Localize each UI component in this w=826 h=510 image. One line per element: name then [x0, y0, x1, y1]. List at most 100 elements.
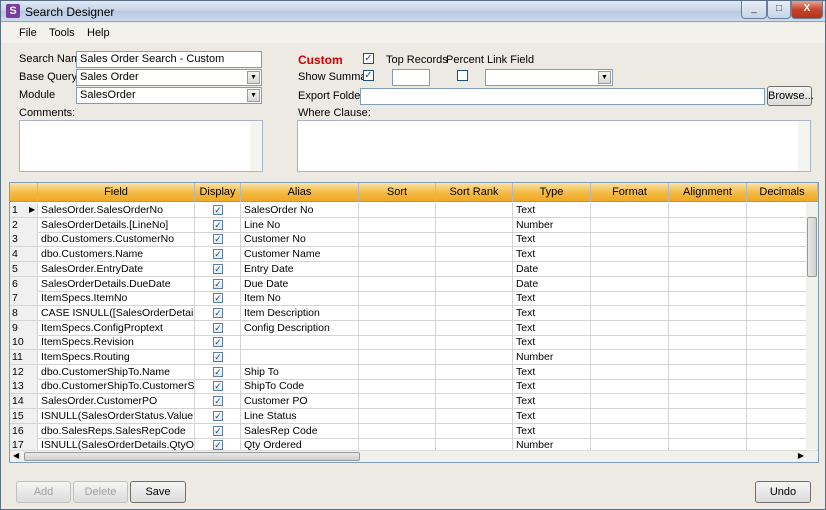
- menu-tools[interactable]: Tools: [49, 27, 75, 39]
- grid-horizontal-scrollbar[interactable]: ◀ ▶: [10, 450, 818, 462]
- cell-sort-rank[interactable]: [436, 291, 513, 307]
- cell-display[interactable]: ✓: [195, 394, 241, 410]
- cell-sort-rank[interactable]: [436, 335, 513, 351]
- display-checkbox[interactable]: ✓: [213, 263, 223, 274]
- cell-sort-rank[interactable]: [436, 394, 513, 410]
- chevron-down-icon[interactable]: ▼: [598, 71, 611, 84]
- undo-button[interactable]: Undo: [755, 481, 811, 503]
- display-checkbox[interactable]: ✓: [213, 396, 223, 407]
- scroll-thumb[interactable]: [24, 452, 360, 461]
- cell-display[interactable]: ✓: [195, 423, 241, 439]
- cell-alignment[interactable]: [669, 408, 747, 424]
- cell-sort[interactable]: [359, 335, 436, 351]
- cell-sort[interactable]: [359, 423, 436, 439]
- cell-sort[interactable]: [359, 364, 436, 380]
- cell-type[interactable]: Number: [513, 350, 591, 365]
- module-select[interactable]: SalesOrder ▼: [76, 87, 262, 104]
- cell-display[interactable]: ✓: [195, 320, 241, 336]
- column-header-alignment[interactable]: Alignment: [669, 183, 747, 202]
- cell-sort[interactable]: [359, 408, 436, 424]
- cell-display[interactable]: ✓: [195, 217, 241, 233]
- cell-display[interactable]: ✓: [195, 261, 241, 277]
- cell-type[interactable]: Text: [513, 408, 591, 424]
- display-checkbox[interactable]: ✓: [213, 307, 223, 318]
- cell-format[interactable]: [591, 261, 669, 277]
- display-checkbox[interactable]: ✓: [213, 410, 223, 421]
- cell-alias[interactable]: [241, 350, 359, 365]
- cell-alignment[interactable]: [669, 291, 747, 307]
- cell-format[interactable]: [591, 364, 669, 380]
- cell-alignment[interactable]: [669, 364, 747, 380]
- scroll-right-arrow-icon[interactable]: ▶: [798, 451, 804, 460]
- cell-alias[interactable]: ShipTo Code: [241, 379, 359, 395]
- cell-sort[interactable]: [359, 394, 436, 410]
- cell-type[interactable]: Text: [513, 320, 591, 336]
- cell-display[interactable]: ✓: [195, 232, 241, 248]
- cell-alignment[interactable]: [669, 217, 747, 233]
- percent-checkbox[interactable]: [457, 70, 468, 81]
- column-header-alias[interactable]: Alias: [241, 183, 359, 202]
- menu-help[interactable]: Help: [87, 27, 110, 39]
- cell-sort-rank[interactable]: [436, 247, 513, 263]
- cell-display[interactable]: ✓: [195, 350, 241, 365]
- display-checkbox[interactable]: ✓: [213, 322, 223, 333]
- display-checkbox[interactable]: ✓: [213, 234, 223, 245]
- cell-format[interactable]: [591, 305, 669, 321]
- display-checkbox[interactable]: ✓: [213, 366, 223, 377]
- cell-type[interactable]: Text: [513, 364, 591, 380]
- cell-sort-rank[interactable]: [436, 203, 513, 218]
- cell-sort-rank[interactable]: [436, 379, 513, 395]
- menu-file[interactable]: File: [19, 27, 37, 39]
- cell-type[interactable]: Text: [513, 247, 591, 263]
- cell-type[interactable]: Date: [513, 261, 591, 277]
- column-header-format[interactable]: Format: [591, 183, 669, 202]
- cell-display[interactable]: ✓: [195, 335, 241, 351]
- cell-rownum[interactable]: 8: [10, 305, 38, 321]
- cell-field[interactable]: ItemSpecs.Revision: [38, 335, 195, 351]
- cell-type[interactable]: Text: [513, 423, 591, 439]
- browse-button[interactable]: Browse...: [767, 86, 814, 106]
- cell-field[interactable]: CASE ISNULL([SalesOrderDetails].[...: [38, 305, 195, 321]
- column-header-rownum[interactable]: [10, 183, 38, 202]
- comments-textarea[interactable]: [19, 120, 263, 172]
- cell-format[interactable]: [591, 379, 669, 395]
- cell-field[interactable]: dbo.CustomerShipTo.Name: [38, 364, 195, 380]
- display-checkbox[interactable]: ✓: [213, 425, 223, 436]
- column-header-display[interactable]: Display: [195, 183, 241, 202]
- cell-alias[interactable]: SalesRep Code: [241, 423, 359, 439]
- cell-format[interactable]: [591, 247, 669, 263]
- cell-display[interactable]: ✓: [195, 379, 241, 395]
- display-checkbox[interactable]: ✓: [213, 249, 223, 260]
- cell-display[interactable]: ✓: [195, 408, 241, 424]
- cell-alias[interactable]: Customer Name: [241, 247, 359, 263]
- cell-alias[interactable]: SalesOrder No: [241, 203, 359, 218]
- scroll-left-arrow-icon[interactable]: ◀: [13, 451, 19, 460]
- cell-alias[interactable]: Line No: [241, 217, 359, 233]
- add-button[interactable]: Add: [16, 481, 71, 503]
- cell-field[interactable]: ItemSpecs.ConfigProptext: [38, 320, 195, 336]
- save-button[interactable]: Save: [130, 481, 186, 503]
- column-header-sort[interactable]: Sort: [359, 183, 436, 202]
- cell-display[interactable]: ✓: [195, 203, 241, 218]
- cell-alias[interactable]: Due Date: [241, 276, 359, 292]
- cell-field[interactable]: dbo.Customers.CustomerNo: [38, 232, 195, 248]
- link-field-select[interactable]: ▼: [485, 69, 613, 86]
- cell-format[interactable]: [591, 203, 669, 218]
- cell-field[interactable]: dbo.CustomerShipTo.CustomerShip...: [38, 379, 195, 395]
- column-header-type[interactable]: Type: [513, 183, 591, 202]
- export-folder-input[interactable]: [360, 88, 765, 105]
- cell-format[interactable]: [591, 232, 669, 248]
- column-header-sort-rank[interactable]: Sort Rank: [436, 183, 513, 202]
- show-summary-checkbox[interactable]: ✓: [363, 70, 374, 81]
- cell-sort[interactable]: [359, 305, 436, 321]
- cell-type[interactable]: Text: [513, 291, 591, 307]
- cell-field[interactable]: ItemSpecs.ItemNo: [38, 291, 195, 307]
- where-clause-scrollbar[interactable]: [798, 121, 810, 171]
- cell-rownum[interactable]: 14: [10, 394, 38, 410]
- cell-format[interactable]: [591, 350, 669, 365]
- base-query-select[interactable]: Sales Order ▼: [76, 69, 262, 86]
- column-header-field[interactable]: Field: [38, 183, 195, 202]
- cell-sort[interactable]: [359, 379, 436, 395]
- cell-alignment[interactable]: [669, 305, 747, 321]
- cell-alias[interactable]: Item No: [241, 291, 359, 307]
